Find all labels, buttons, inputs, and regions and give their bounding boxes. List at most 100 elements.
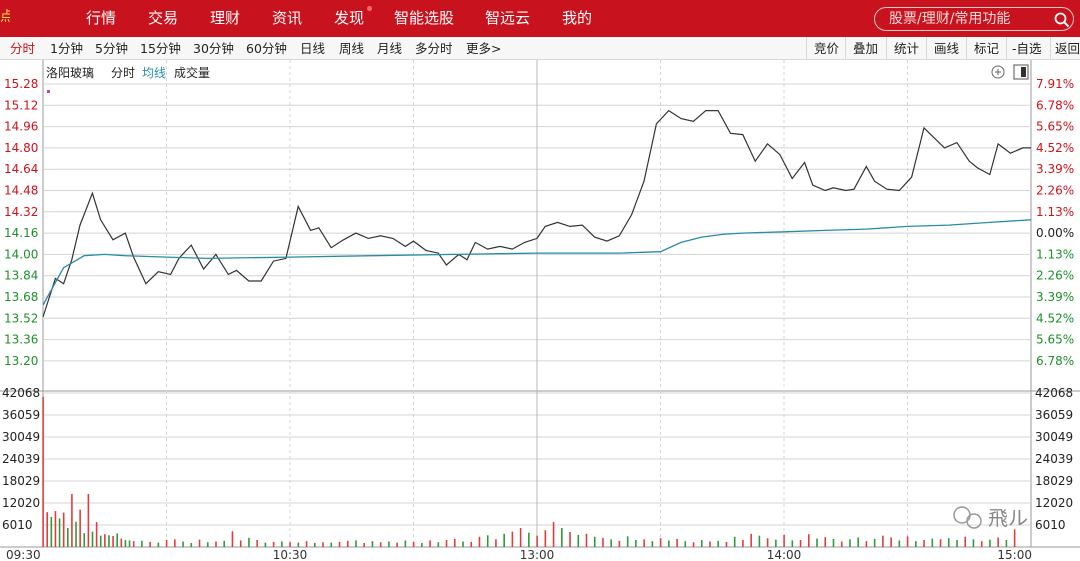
volume-bar xyxy=(486,535,489,547)
volume-bar xyxy=(602,537,604,547)
volume-bar xyxy=(289,542,291,547)
volume-bar xyxy=(808,534,810,547)
mark-button[interactable]: 标记 xyxy=(974,41,999,56)
volume-bar xyxy=(1005,540,1008,547)
volume-bar xyxy=(462,541,464,547)
nav-mine[interactable]: 我的 xyxy=(562,9,592,27)
volume-bar xyxy=(174,539,176,547)
volume-bar xyxy=(314,542,316,547)
more-periods-button[interactable]: 更多> xyxy=(466,41,501,56)
period-monthly[interactable]: 月线 xyxy=(377,41,402,56)
period-multi-day[interactable]: 多分时 xyxy=(415,41,453,56)
volume-bar xyxy=(1013,529,1016,547)
legend-volume: 成交量 xyxy=(174,65,210,80)
percent-tick-label: 0.00% xyxy=(1036,226,1074,240)
volume-bar xyxy=(668,540,670,547)
volume-tick-label-right: 36059 xyxy=(1035,408,1073,422)
volume-bar xyxy=(330,542,333,547)
volume-bar xyxy=(46,512,49,547)
nav-discover[interactable]: 发现 xyxy=(334,9,364,27)
volume-bar xyxy=(190,542,193,547)
volume-bar xyxy=(388,541,390,547)
time-tick-label: 09:30 xyxy=(6,548,41,561)
volume-tick-label-left: 18029 xyxy=(2,474,40,488)
period-5min[interactable]: 5分钟 xyxy=(95,41,128,56)
volume-bar xyxy=(87,493,90,547)
period-weekly[interactable]: 周线 xyxy=(339,41,364,56)
price-tick-label: 13.52 xyxy=(4,311,38,325)
search-icon[interactable] xyxy=(1054,12,1070,28)
price-tick-label: 14.00 xyxy=(4,247,38,261)
stock-name: 洛阳玻璃 xyxy=(46,65,94,80)
volume-bar xyxy=(700,540,703,547)
volume-bar xyxy=(783,534,785,547)
volume-bar xyxy=(832,538,835,547)
percent-tick-label: 2.26% xyxy=(1036,269,1074,283)
time-tick-label: 13:00 xyxy=(520,548,555,561)
nav-cloud[interactable]: 智远云 xyxy=(485,9,530,27)
period-30min[interactable]: 30分钟 xyxy=(193,41,234,56)
time-tick-label: 14:00 xyxy=(767,548,802,561)
volume-bar xyxy=(915,541,917,547)
volume-bar xyxy=(495,539,497,547)
price-tick-label: 13.36 xyxy=(4,333,38,347)
volume-bar xyxy=(758,535,761,547)
volume-bar xyxy=(215,541,217,547)
volume-bar xyxy=(882,535,884,547)
period-timeshare[interactable]: 分时 xyxy=(10,41,35,56)
period-daily[interactable]: 日线 xyxy=(300,41,325,56)
volume-bar xyxy=(849,539,851,547)
volume-bar xyxy=(223,540,226,547)
volume-tick-label-right: 18029 xyxy=(1035,474,1073,488)
volume-bar xyxy=(618,540,621,547)
volume-bar xyxy=(79,509,81,547)
volume-bar xyxy=(536,535,538,547)
watermark-text: 飛ル xyxy=(988,506,1028,530)
volume-bar xyxy=(519,527,522,547)
nav-smart-picks[interactable]: 智能选股 xyxy=(394,9,454,27)
zoom-in-icon[interactable] xyxy=(991,65,1005,79)
period-15min[interactable]: 15分钟 xyxy=(140,41,181,56)
volume-bar xyxy=(766,538,769,547)
volume-bar xyxy=(651,541,654,547)
app-logo[interactable]: 点 xyxy=(0,6,10,28)
volume-bar xyxy=(626,536,629,547)
volume-bar xyxy=(972,539,975,547)
nav-news[interactable]: 资讯 xyxy=(272,9,302,27)
nav-quotes[interactable]: 行情 xyxy=(86,9,116,27)
price-tick-label: 14.48 xyxy=(4,184,38,198)
period-60min[interactable]: 60分钟 xyxy=(246,41,287,56)
volume-bar xyxy=(585,533,588,547)
volume-bar xyxy=(733,536,736,547)
back-button[interactable]: 返回 xyxy=(1055,41,1080,56)
intraday-chart[interactable]: 15.28 15.12 14.96 14.80 14.64 14.48 14.32 14.16… xyxy=(0,60,1080,561)
search-box[interactable]: 股票/理财/常用功能 xyxy=(874,7,1074,31)
search-input[interactable]: 股票/理财/常用功能 xyxy=(889,11,1010,27)
volume-bar xyxy=(635,540,637,547)
statistics-button[interactable]: 统计 xyxy=(894,41,919,56)
volume-bar xyxy=(898,540,901,547)
volume-tick-label-left: 30049 xyxy=(2,430,40,444)
volume-bar xyxy=(725,541,728,547)
price-tick-label: 14.16 xyxy=(4,226,38,240)
nav-wealth[interactable]: 理财 xyxy=(210,9,240,27)
price-tick-label: 15.12 xyxy=(4,98,38,112)
volume-bar xyxy=(717,540,720,547)
remove-watchlist-button[interactable]: -自选 xyxy=(1012,41,1042,56)
overlay-button[interactable]: 叠加 xyxy=(853,41,878,56)
auction-button[interactable]: 竞价 xyxy=(814,41,839,56)
volume-bar xyxy=(610,539,612,547)
percent-tick-label: 5.65% xyxy=(1036,120,1074,134)
volume-bar xyxy=(799,540,802,547)
volume-bar xyxy=(95,522,98,547)
volume-bar xyxy=(840,541,843,547)
volume-bar xyxy=(478,536,481,547)
window-toggle-icon[interactable] xyxy=(1013,64,1029,80)
draw-line-button[interactable]: 画线 xyxy=(934,41,959,56)
nav-trade[interactable]: 交易 xyxy=(148,9,178,27)
volume-bar xyxy=(890,537,892,547)
volume-bar xyxy=(643,539,645,547)
period-1min[interactable]: 1分钟 xyxy=(50,41,83,56)
volume-bar xyxy=(108,535,110,547)
toolbar-divider xyxy=(966,37,967,60)
